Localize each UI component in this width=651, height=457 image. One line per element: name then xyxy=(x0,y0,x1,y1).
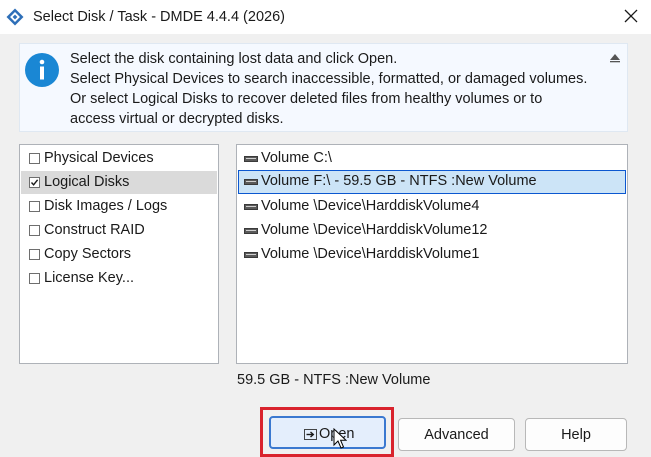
info-panel: Select the disk containing lost data and… xyxy=(19,43,628,132)
task-label: Physical Devices xyxy=(44,150,154,166)
volume-item-selected[interactable]: Volume F:\ - 59.5 GB - NTFS :New Volume xyxy=(238,170,626,194)
dmde-logo-icon xyxy=(6,8,24,26)
task-label: Logical Disks xyxy=(44,174,130,190)
volume-item[interactable]: Volume \Device\HarddiskVolume4 xyxy=(238,195,626,219)
info-line: Select the disk containing lost data and… xyxy=(70,51,398,67)
close-button[interactable] xyxy=(612,2,650,30)
volume-label: Volume F:\ - 59.5 GB - NTFS :New Volume xyxy=(261,173,537,189)
task-item-copy-sectors[interactable]: Copy Sectors xyxy=(21,243,217,266)
task-label: Copy Sectors xyxy=(44,246,132,262)
volume-item[interactable]: Volume C:\ xyxy=(238,147,626,171)
drive-icon xyxy=(244,179,258,185)
drive-icon xyxy=(244,156,258,162)
help-button[interactable]: Help xyxy=(525,418,627,451)
info-line: Select Physical Devices to search inacce… xyxy=(70,71,588,87)
checkbox[interactable] xyxy=(29,273,40,284)
volume-label: Volume \Device\HarddiskVolume1 xyxy=(261,246,480,262)
checkbox[interactable] xyxy=(29,201,40,212)
open-button[interactable]: Open xyxy=(269,416,386,449)
title-bar: Select Disk / Task - DMDE 4.4.4 (2026) xyxy=(0,0,651,34)
advanced-button-label: Advanced xyxy=(424,427,489,443)
close-icon xyxy=(624,9,638,23)
selected-volume-status: 59.5 GB - NTFS :New Volume xyxy=(237,372,431,388)
info-line: Or select Logical Disks to recover delet… xyxy=(70,91,543,107)
info-text: Select the disk containing lost data and… xyxy=(70,49,610,129)
volume-label: Volume C:\ xyxy=(261,150,332,166)
task-item-physical-devices[interactable]: Physical Devices xyxy=(21,147,217,170)
volume-item[interactable]: Volume \Device\HarddiskVolume12 xyxy=(238,219,626,243)
volume-item[interactable]: Volume \Device\HarddiskVolume1 xyxy=(238,243,626,267)
checkbox[interactable] xyxy=(29,225,40,236)
task-label: License Key... xyxy=(44,270,135,286)
drive-icon xyxy=(244,204,258,210)
checkbox[interactable] xyxy=(29,249,40,260)
checkmark-icon xyxy=(30,179,39,186)
arrow-right-icon xyxy=(304,429,317,440)
select-disk-dialog: Select Disk / Task - DMDE 4.4.4 (2026) S… xyxy=(0,0,651,457)
task-list: Physical Devices Logical Disks Disk Imag… xyxy=(19,144,219,364)
task-item-license-key[interactable]: License Key... xyxy=(21,267,217,290)
volume-list: Volume C:\ Volume F:\ - 59.5 GB - NTFS :… xyxy=(236,144,628,364)
task-item-construct-raid[interactable]: Construct RAID xyxy=(21,219,217,242)
drive-icon xyxy=(244,228,258,234)
drive-icon xyxy=(244,252,258,258)
checkbox[interactable] xyxy=(29,153,40,164)
task-label: Disk Images / Logs xyxy=(44,198,168,214)
open-button-label: Open xyxy=(319,426,355,442)
advanced-button[interactable]: Advanced xyxy=(398,418,515,451)
checkbox-checked[interactable] xyxy=(29,177,40,188)
task-item-disk-images[interactable]: Disk Images / Logs xyxy=(21,195,217,218)
task-label: Construct RAID xyxy=(44,222,145,238)
task-item-logical-disks[interactable]: Logical Disks xyxy=(21,171,217,194)
help-button-label: Help xyxy=(561,427,591,443)
volume-label: Volume \Device\HarddiskVolume12 xyxy=(261,222,488,238)
info-line: access virtual or decrypted disks. xyxy=(70,111,284,127)
triangle-up-icon[interactable] xyxy=(609,53,621,63)
volume-label: Volume \Device\HarddiskVolume4 xyxy=(261,198,480,214)
window-title: Select Disk / Task - DMDE 4.4.4 (2026) xyxy=(33,9,285,25)
info-icon xyxy=(25,53,59,87)
